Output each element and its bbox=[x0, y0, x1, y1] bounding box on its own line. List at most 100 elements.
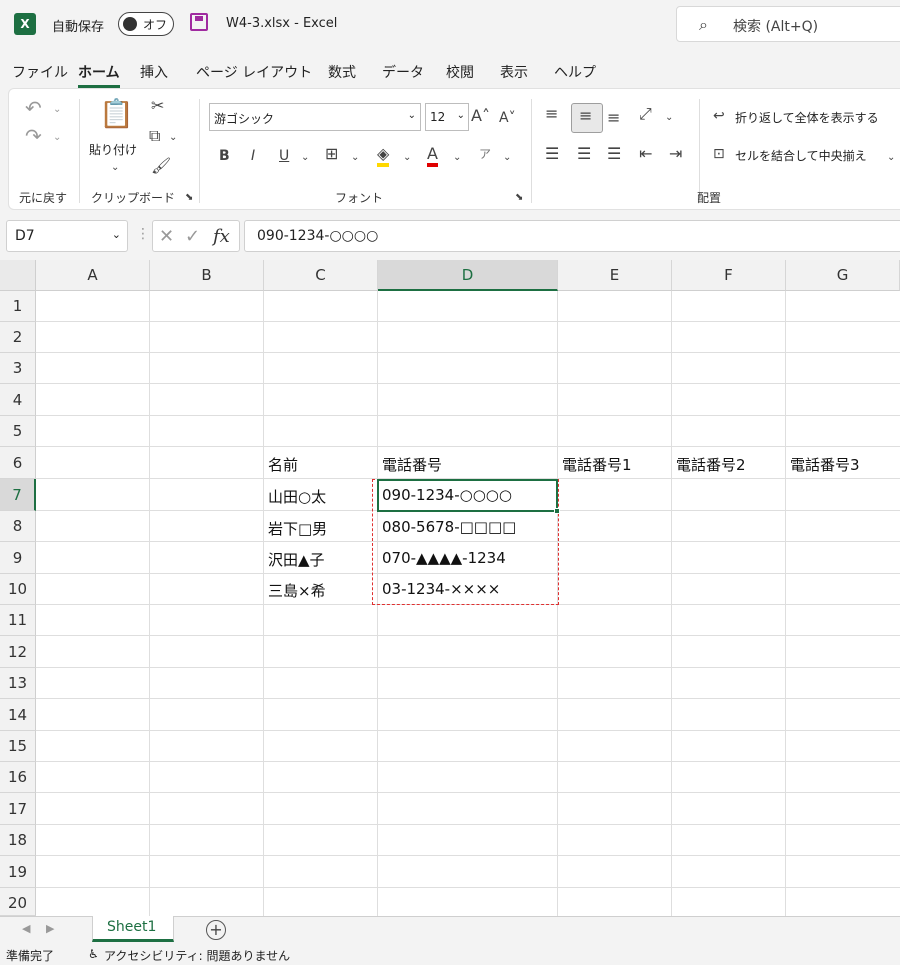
font-name-select[interactable]: 游ゴシック ⌄ bbox=[209, 103, 421, 131]
underline-dropdown-icon[interactable]: ⌄ bbox=[301, 149, 309, 167]
italic-button[interactable]: I bbox=[251, 147, 255, 165]
align-left-icon[interactable]: ☰ bbox=[545, 145, 559, 163]
row-header-19[interactable]: 19 bbox=[0, 856, 36, 888]
merge-dropdown-icon[interactable]: ⌄ bbox=[887, 149, 895, 167]
tab-review[interactable]: 校閲 bbox=[446, 62, 474, 82]
row-header-6[interactable]: 6 bbox=[0, 447, 36, 479]
add-sheet-icon[interactable]: + bbox=[206, 920, 226, 940]
align-right-icon[interactable]: ☰ bbox=[607, 145, 621, 163]
underline-button[interactable]: U bbox=[279, 147, 289, 165]
search-box[interactable]: ⌕ 検索 (Alt+Q) bbox=[676, 6, 900, 42]
autosave-toggle[interactable]: オフ bbox=[118, 12, 174, 36]
cell-c8[interactable]: 岩下□男 bbox=[268, 518, 327, 539]
wrap-text-button[interactable]: 折り返して全体を表示する bbox=[735, 109, 879, 126]
phonetic-dropdown-icon[interactable]: ⌄ bbox=[503, 149, 511, 167]
fill-color-icon[interactable]: ◈ bbox=[377, 145, 390, 167]
accessibility-icon[interactable]: ♿ bbox=[88, 947, 99, 961]
tab-insert[interactable]: 挿入 bbox=[140, 62, 168, 82]
wrap-text-icon[interactable]: ↩ bbox=[713, 107, 725, 125]
name-box[interactable]: D7 ⌄ bbox=[6, 220, 128, 252]
insert-function-icon[interactable]: fx bbox=[213, 226, 230, 247]
accessibility-status[interactable]: アクセシビリティ: 問題ありません bbox=[104, 947, 290, 964]
tab-view[interactable]: 表示 bbox=[500, 62, 528, 82]
cancel-icon[interactable]: ✕ bbox=[159, 226, 174, 247]
font-size-select[interactable]: 12 ⌄ bbox=[425, 103, 469, 131]
row-header-3[interactable]: 3 bbox=[0, 353, 36, 384]
paste-dropdown-icon[interactable]: ⌄ bbox=[111, 159, 119, 177]
tab-file[interactable]: ファイル bbox=[12, 62, 68, 82]
column-header-a[interactable]: A bbox=[36, 260, 150, 291]
row-header-9[interactable]: 9 bbox=[0, 542, 36, 574]
row-header-2[interactable]: 2 bbox=[0, 322, 36, 353]
phonetic-guide-icon[interactable]: ア bbox=[479, 145, 491, 163]
undo-icon[interactable]: ↶ bbox=[25, 98, 42, 118]
row-header-8[interactable]: 8 bbox=[0, 511, 36, 542]
row-header-7[interactable]: 7 bbox=[0, 479, 36, 511]
font-color-icon[interactable]: A bbox=[427, 145, 438, 167]
orientation-icon[interactable]: ⤢ bbox=[639, 105, 652, 123]
font-color-dropdown-icon[interactable]: ⌄ bbox=[453, 149, 461, 167]
fill-dropdown-icon[interactable]: ⌄ bbox=[403, 149, 411, 167]
cell-c10[interactable]: 三島×希 bbox=[268, 580, 326, 601]
formula-input[interactable]: 090-1234-○○○○ bbox=[244, 220, 900, 252]
scroll-right-icon[interactable]: ▶ bbox=[46, 922, 54, 935]
row-header-4[interactable]: 4 bbox=[0, 384, 36, 416]
tab-help[interactable]: ヘルプ bbox=[554, 62, 596, 82]
paste-icon[interactable]: 📋 bbox=[99, 99, 134, 129]
column-header-c[interactable]: C bbox=[264, 260, 378, 291]
enter-icon[interactable]: ✓ bbox=[185, 226, 200, 247]
column-header-g[interactable]: G bbox=[786, 260, 900, 291]
cell-c7[interactable]: 山田○太 bbox=[268, 486, 326, 507]
cell-f6[interactable]: 電話番号2 bbox=[676, 454, 746, 475]
column-header-e[interactable]: E bbox=[558, 260, 672, 291]
orientation-dropdown-icon[interactable]: ⌄ bbox=[665, 109, 673, 127]
increase-indent-icon[interactable]: ⇥ bbox=[669, 145, 682, 163]
cell-c9[interactable]: 沢田▲子 bbox=[268, 549, 325, 570]
row-header-18[interactable]: 18 bbox=[0, 825, 36, 856]
align-middle-icon[interactable]: ≡ bbox=[579, 107, 592, 125]
paste-label[interactable]: 貼り付け bbox=[89, 141, 137, 158]
worksheet-grid[interactable]: A B C D E F G 1 2 3 4 5 6 7 8 9 10 11 12… bbox=[0, 260, 900, 916]
row-header-14[interactable]: 14 bbox=[0, 699, 36, 731]
row-header-16[interactable]: 16 bbox=[0, 762, 36, 793]
tab-data[interactable]: データ bbox=[382, 62, 424, 82]
row-header-13[interactable]: 13 bbox=[0, 668, 36, 699]
borders-dropdown-icon[interactable]: ⌄ bbox=[351, 149, 359, 167]
sheet-tab-sheet1[interactable]: Sheet1 bbox=[92, 916, 174, 942]
align-center-icon[interactable]: ☰ bbox=[577, 145, 591, 163]
row-header-11[interactable]: 11 bbox=[0, 605, 36, 636]
merge-center-icon[interactable]: ⊡ bbox=[713, 145, 725, 163]
scroll-left-icon[interactable]: ◀ bbox=[22, 922, 30, 935]
font-launcher-icon[interactable]: ⬊ bbox=[515, 189, 523, 207]
copy-dropdown-icon[interactable]: ⌄ bbox=[169, 129, 177, 147]
format-painter-icon[interactable]: 🖌 bbox=[151, 157, 171, 175]
increase-font-size-icon[interactable]: A˄ bbox=[471, 107, 490, 125]
fill-handle[interactable] bbox=[554, 508, 560, 514]
row-header-15[interactable]: 15 bbox=[0, 731, 36, 762]
bold-button[interactable]: B bbox=[219, 147, 230, 165]
redo-icon[interactable]: ↷ bbox=[25, 126, 42, 146]
tab-home[interactable]: ホーム bbox=[78, 62, 120, 88]
cell-c6[interactable]: 名前 bbox=[268, 454, 298, 475]
copy-icon[interactable]: ⧉ bbox=[149, 127, 160, 145]
save-icon[interactable] bbox=[190, 13, 208, 31]
align-bottom-icon[interactable]: ≡ bbox=[607, 109, 620, 127]
row-header-20[interactable]: 20 bbox=[0, 888, 36, 916]
borders-icon[interactable]: ⊞ bbox=[325, 145, 338, 163]
clipboard-launcher-icon[interactable]: ⬊ bbox=[185, 189, 193, 207]
align-top-icon[interactable]: ≡ bbox=[545, 105, 558, 123]
row-header-17[interactable]: 17 bbox=[0, 793, 36, 825]
decrease-font-size-icon[interactable]: A˅ bbox=[499, 109, 516, 127]
cell-e6[interactable]: 電話番号1 bbox=[562, 454, 632, 475]
row-header-12[interactable]: 12 bbox=[0, 636, 36, 668]
row-header-10[interactable]: 10 bbox=[0, 574, 36, 605]
redo-dropdown-icon[interactable]: ⌄ bbox=[53, 129, 61, 147]
decrease-indent-icon[interactable]: ⇤ bbox=[639, 145, 652, 163]
row-header-1[interactable]: 1 bbox=[0, 291, 36, 322]
column-header-f[interactable]: F bbox=[672, 260, 786, 291]
cut-icon[interactable]: ✂ bbox=[151, 97, 164, 115]
merge-center-button[interactable]: セルを結合して中央揃え bbox=[735, 147, 867, 164]
cell-d6[interactable]: 電話番号 bbox=[382, 454, 442, 475]
column-header-d[interactable]: D bbox=[378, 260, 558, 291]
column-header-b[interactable]: B bbox=[150, 260, 264, 291]
